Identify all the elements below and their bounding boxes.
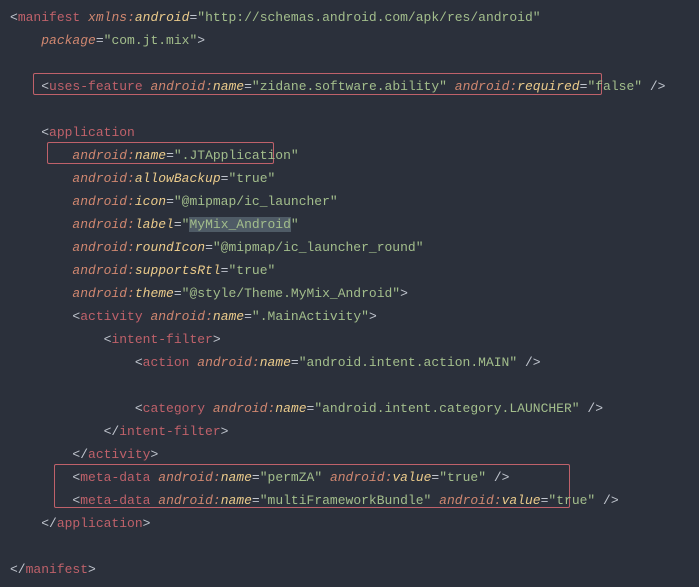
code-line: <application <box>10 121 699 144</box>
code-line: </activity> <box>10 443 699 466</box>
code-line: </application> <box>10 512 699 535</box>
code-line: <category android:name="android.intent.c… <box>10 397 699 420</box>
code-line: <action android:name="android.intent.act… <box>10 351 699 374</box>
code-line: android:roundIcon="@mipmap/ic_launcher_r… <box>10 236 699 259</box>
code-line: <uses-feature android:name="zidane.softw… <box>10 75 699 98</box>
code-editor[interactable]: <manifest xmlns:android="http://schemas.… <box>0 0 699 587</box>
code-line: android:name=".JTApplication" <box>10 144 699 167</box>
code-line: android:theme="@style/Theme.MyMix_Androi… <box>10 282 699 305</box>
code-line: <meta-data android:name="permZA" android… <box>10 466 699 489</box>
code-line: </manifest> <box>10 558 699 581</box>
code-line: android:icon="@mipmap/ic_launcher" <box>10 190 699 213</box>
code-line: <intent-filter> <box>10 328 699 351</box>
code-line: android:label="MyMix_Android" <box>10 213 699 236</box>
code-line: <activity android:name=".MainActivity"> <box>10 305 699 328</box>
code-line: <manifest xmlns:android="http://schemas.… <box>10 6 699 29</box>
selected-text: MyMix_Android <box>189 217 290 232</box>
code-line <box>10 535 699 558</box>
code-line: android:supportsRtl="true" <box>10 259 699 282</box>
code-line: <meta-data android:name="multiFrameworkB… <box>10 489 699 512</box>
code-line: package="com.jt.mix"> <box>10 29 699 52</box>
code-line: android:allowBackup="true" <box>10 167 699 190</box>
code-line <box>10 52 699 75</box>
code-line: </intent-filter> <box>10 420 699 443</box>
code-line <box>10 374 699 397</box>
code-line <box>10 98 699 121</box>
